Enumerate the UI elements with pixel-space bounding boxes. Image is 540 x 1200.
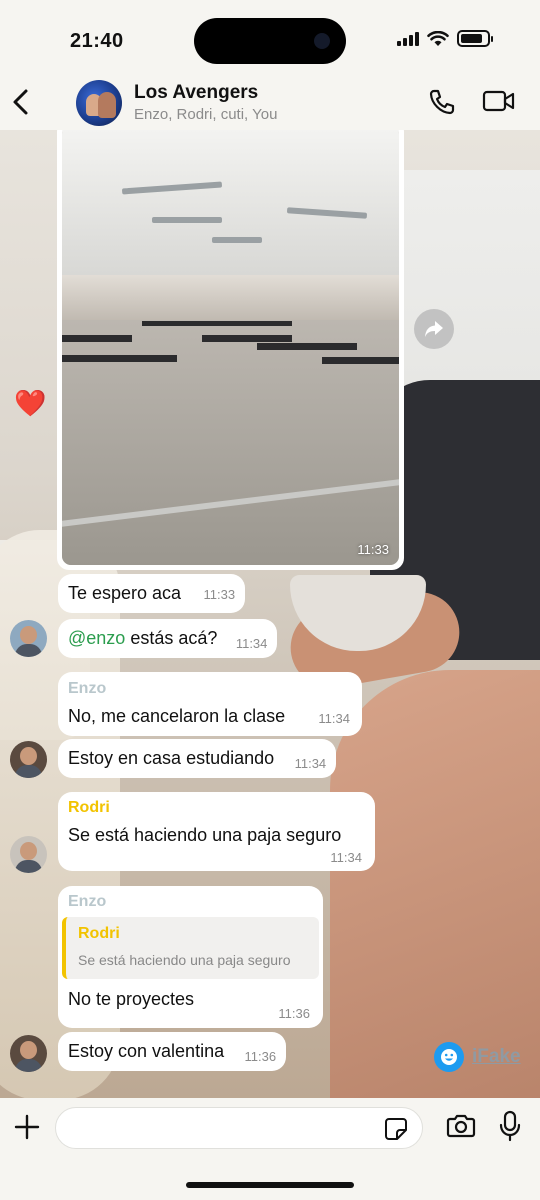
message-time: 11:34 [318,711,350,726]
message-bubble[interactable]: @enzo estás acá? 11:34 [58,619,278,658]
forward-button[interactable] [414,309,454,349]
quoted-message[interactable]: Rodri Se está haciendo una paja seguro [62,917,319,979]
photo-message[interactable]: 11:33 [57,130,404,570]
battery-icon [457,30,493,47]
message-text: Estoy en casa estudiando [68,748,275,768]
message-input[interactable] [55,1107,423,1149]
system-icons [397,30,493,47]
message-bubble[interactable]: Enzo Rodri Se está haciendo una paja seg… [58,886,323,1028]
chat-header: Los Avengers Enzo, Rodri, cuti, You [0,80,540,130]
back-arrow-icon[interactable] [10,88,32,116]
photo-time: 11:33 [357,542,389,557]
message-bubble[interactable]: Estoy en casa estudiando 11:34 [58,739,337,778]
sender-name[interactable]: Rodri [68,799,365,817]
plus-icon[interactable] [14,1114,40,1140]
home-indicator [186,1182,354,1188]
camera-icon[interactable] [446,1113,476,1139]
message-time: 11:36 [278,1006,310,1021]
message-bubble[interactable]: Enzo No, me cancelaron la clase 11:34 [58,672,362,736]
message-bubble[interactable]: Estoy con valentina 11:36 [58,1032,287,1071]
message-bubble[interactable]: Rodri Se está haciendo una paja seguro 1… [58,792,375,871]
status-bar: 21:40 [0,0,540,80]
group-title[interactable]: Los Avengers [134,82,258,104]
message-text: Se está haciendo una paja seguro [68,825,342,845]
microphone-icon[interactable] [499,1110,521,1142]
message-text: No, me cancelaron la clase [68,706,286,726]
wallpaper-leg [330,670,540,1098]
message-text: Estoy con valentina [68,1041,225,1061]
smile-icon [434,1042,464,1072]
chat-area[interactable]: 11:33 ❤️ Te espero aca 11:33 @enzo estás… [0,130,540,1098]
group-avatar[interactable] [76,80,122,126]
avatar[interactable] [10,1035,47,1072]
video-camera-icon[interactable] [482,88,516,114]
sender-name[interactable]: Enzo [68,893,319,911]
avatar[interactable] [10,741,47,778]
message-bubble[interactable]: Te espero aca 11:33 [58,574,246,613]
sender-name[interactable]: Enzo [68,680,352,698]
mention-link[interactable]: @enzo [68,628,125,648]
group-members[interactable]: Enzo, Rodri, cuti, You [134,106,277,123]
phone-icon[interactable] [428,88,456,116]
cafeteria-photo[interactable]: 11:33 [62,130,399,565]
avatar[interactable] [10,836,47,873]
sticker-icon[interactable] [384,1117,408,1141]
message-text: No te proyectes [68,989,195,1009]
message-time: 11:34 [294,756,327,771]
message-time: 11:36 [244,1049,277,1064]
message-time: 11:34 [330,850,362,865]
input-bar [0,1098,540,1200]
wifi-icon [427,30,449,46]
heart-reaction-icon[interactable]: ❤️ [14,388,46,419]
quoted-text: Se está haciendo una paja seguro [78,952,291,968]
forward-icon [425,321,443,337]
avatar[interactable] [10,620,47,657]
message-text: @enzo estás acá? [68,628,218,648]
status-time: 21:40 [70,30,124,52]
front-camera [314,33,330,49]
dynamic-island [194,18,346,64]
ifake-watermark: iFake [434,1042,521,1072]
message-text: Te espero aca [68,583,182,603]
signal-icon [397,31,419,46]
message-time: 11:34 [235,636,268,651]
message-time: 11:33 [203,587,236,602]
watermark-text: iFake [472,1046,521,1067]
quoted-sender: Rodri [78,925,120,942]
